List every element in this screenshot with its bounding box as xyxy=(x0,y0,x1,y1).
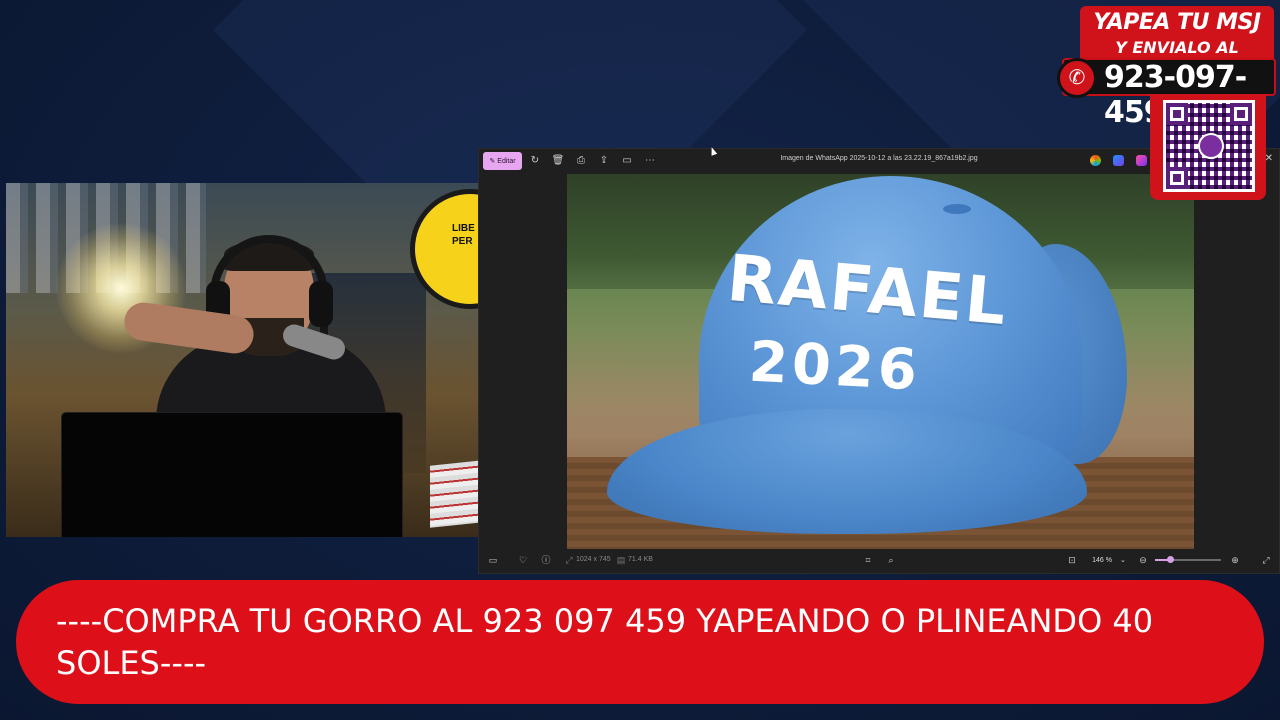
promo-line2: Y ENVIALO AL xyxy=(1115,38,1239,57)
zoom-slider-thumb[interactable] xyxy=(1167,556,1174,563)
headphone-ear-right xyxy=(309,281,333,327)
laptop xyxy=(62,413,402,537)
webcam-feed: LIBE PER xyxy=(6,183,478,537)
promo-line1: YAPEA TU MSJ xyxy=(1093,10,1261,35)
qr-finder xyxy=(1166,103,1188,125)
channel-logo-text: LIBE PER xyxy=(452,223,475,248)
print-icon[interactable]: ⎙ xyxy=(574,154,588,168)
yape-logo-icon xyxy=(1198,133,1224,159)
cap-button xyxy=(943,204,971,214)
dimensions-icon: ⤢ xyxy=(565,555,573,565)
fit-to-window-icon[interactable]: ⊡ xyxy=(1066,554,1078,566)
zoom-level: 146 % xyxy=(1092,556,1112,564)
promo-banner: YAPEA TU MSJ Y ENVIALO AL xyxy=(1080,6,1274,60)
info-icon[interactable]: ⓘ xyxy=(540,554,552,566)
clipchamp-icon[interactable] xyxy=(1136,155,1147,166)
visual-search-icon[interactable]: ⌕ xyxy=(885,554,897,566)
fullscreen-icon[interactable]: ⤢ xyxy=(1260,554,1272,566)
zoom-level-dropdown[interactable]: 146 % ⌄ xyxy=(1083,552,1135,568)
file-size-icon: ▤ xyxy=(616,555,626,565)
slideshow-icon[interactable]: ▭ xyxy=(620,154,634,168)
chevron-down-icon: ⌄ xyxy=(1119,557,1126,564)
viewer-statusbar: ▭ ♡ ⓘ ⤢ 1024 x 745 ▤ 71.4 KB ⌗ ⌕ ⊡ 146 %… xyxy=(479,547,1279,573)
image-dimensions: 1024 x 745 xyxy=(576,556,611,563)
filmstrip-icon[interactable]: ▭ xyxy=(487,554,499,566)
edit-icon: ✎ xyxy=(489,158,496,165)
edit-button[interactable]: ✎ Editar xyxy=(483,152,522,170)
delete-icon[interactable]: 🗑 xyxy=(551,154,565,168)
qr-finder xyxy=(1230,103,1252,125)
more-icon[interactable]: ⋯ xyxy=(643,154,657,168)
favorite-icon[interactable]: ♡ xyxy=(517,554,529,566)
whatsapp-icon: ✆ xyxy=(1057,58,1097,98)
crop-icon[interactable]: ⌗ xyxy=(862,554,874,566)
qr-finder xyxy=(1166,167,1188,189)
yape-qr-code xyxy=(1163,100,1255,192)
cap-text-year: 2026 xyxy=(747,329,923,404)
displayed-photo: RAFAEL 2026 xyxy=(567,174,1194,549)
zoom-in-icon[interactable]: ⊕ xyxy=(1229,554,1241,566)
logo-text-line1: LIBE xyxy=(452,223,475,234)
ticker-text: ----COMPRA TU GORRO AL 923 097 459 YAPEA… xyxy=(56,602,1154,682)
share-icon[interactable]: ⇪ xyxy=(597,154,611,168)
logo-text-line2: PER xyxy=(452,235,473,247)
zoom-out-icon[interactable]: ⊖ xyxy=(1137,554,1149,566)
edit-button-label: Editar xyxy=(497,157,516,165)
designer-icon[interactable] xyxy=(1113,155,1124,166)
photo-viewer-window: ✎ Editar ↻ 🗑 ⎙ ⇪ ▭ ⋯ Imagen de WhatsApp … xyxy=(478,148,1280,574)
rotate-icon[interactable]: ↻ xyxy=(528,154,542,168)
file-size: 71.4 KB xyxy=(628,556,653,563)
bottom-ticker-banner: ----COMPRA TU GORRO AL 923 097 459 YAPEA… xyxy=(16,580,1264,704)
magazines xyxy=(430,460,478,528)
file-name: Imagen de WhatsApp 2025-10-12 a las 23.2… xyxy=(780,155,978,162)
copilot-icon[interactable] xyxy=(1090,155,1101,166)
